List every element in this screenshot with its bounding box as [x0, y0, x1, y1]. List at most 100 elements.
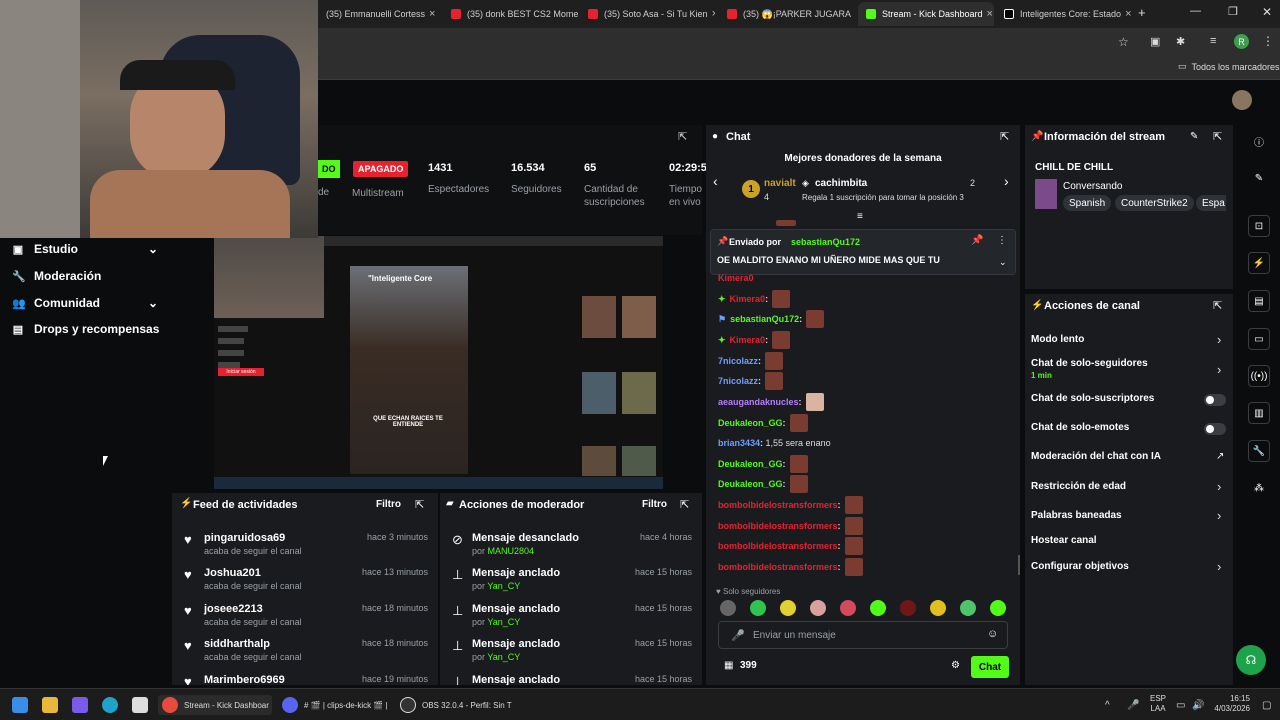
close-tab-icon[interactable]: × — [708, 8, 715, 20]
chat-username[interactable]: 7nicolazz — [718, 376, 758, 386]
stream-preview[interactable]: Iniciar sesión "Inteligente Core QUE ECH… — [214, 236, 663, 489]
mod-user[interactable]: Yan_CY — [487, 617, 520, 627]
chat-username[interactable]: aeaugandaknucles — [718, 397, 799, 407]
close-tab-icon[interactable]: × — [425, 8, 435, 20]
tag[interactable]: Spanish — [1063, 195, 1112, 211]
sidebar-item-drops[interactable]: ▤ Drops y recompensas — [12, 322, 160, 336]
chevron-right-icon[interactable]: › — [1217, 479, 1221, 494]
bolt-icon[interactable]: ⚡ — [1248, 252, 1270, 274]
mod-user[interactable]: Yan_CY — [487, 652, 520, 662]
close-tab-icon[interactable]: × — [851, 8, 854, 20]
all-bookmarks[interactable]: ▭ Todos los marcadores — [1178, 61, 1280, 72]
external-link-icon[interactable]: ↗ — [1216, 451, 1224, 462]
browser-tab[interactable]: (35) 😱¡PARKER JUGARA× — [719, 2, 854, 26]
goals-row[interactable]: Configurar objetivos — [1031, 561, 1227, 572]
restore-icon[interactable]: ❐ — [1228, 5, 1238, 18]
sidebar-item-estudio[interactable]: ▣ Estudio ⌄ — [12, 242, 158, 256]
chat-username[interactable]: Deukaleon_GG — [718, 418, 783, 428]
user-avatar[interactable] — [1232, 90, 1252, 110]
close-tab-icon[interactable]: × — [983, 8, 993, 20]
age-restriction-row[interactable]: Restricción de edad — [1031, 481, 1227, 492]
taskbar-discord[interactable]: # 🎬 | clips-de-kick 🎬 | — [282, 695, 388, 715]
chevron-left-icon[interactable]: ‹ — [713, 173, 718, 189]
chat-input[interactable]: 🎤 Enviar un mensaje ☺ — [718, 621, 1008, 649]
chat-username[interactable]: bombolbidelostransformers — [718, 521, 838, 531]
mic-icon[interactable]: 🎤 — [731, 629, 745, 642]
star-icon[interactable]: ☆ — [1118, 35, 1129, 49]
chat-username[interactable]: brian3434 — [718, 438, 760, 448]
unpin-icon[interactable]: 📌 — [971, 235, 983, 246]
tag[interactable]: Espa — [1196, 195, 1226, 211]
edit-icon[interactable]: ✎ — [1190, 131, 1198, 142]
popout-icon[interactable]: ⇱ — [1213, 299, 1222, 312]
donor-name[interactable]: cachimbita — [815, 178, 867, 189]
screenshot-icon[interactable]: ▣ — [1150, 35, 1160, 48]
popout-icon[interactable]: ⇱ — [1000, 130, 1009, 143]
chat-username[interactable]: Kimera0 — [730, 294, 766, 304]
emote[interactable] — [780, 600, 796, 616]
browser-tab[interactable]: (35) donk BEST CS2 Mome× — [443, 2, 578, 26]
copilot-icon[interactable] — [72, 695, 88, 715]
chat-username[interactable]: bombolbidelostransformers — [718, 541, 838, 551]
mod-user[interactable]: Yan_CY — [487, 581, 520, 591]
pinned-by-user[interactable]: sebastianQu172 — [791, 237, 860, 247]
send-chat-button[interactable]: Chat — [971, 656, 1009, 678]
broadcast-icon[interactable]: ((•)) — [1248, 365, 1270, 387]
minimize-icon[interactable]: — — [1190, 5, 1201, 17]
menu-icon[interactable]: ⋮ — [1262, 34, 1274, 48]
document-icon[interactable]: ▤ — [1248, 290, 1270, 312]
banned-words-row[interactable]: Palabras baneadas — [1031, 510, 1227, 521]
taskbar-obs[interactable]: OBS 32.0.4 - Perfil: Sin T — [400, 695, 512, 715]
emote[interactable] — [930, 600, 946, 616]
popout-icon[interactable]: ⇱ — [1213, 130, 1222, 143]
browser-tab[interactable]: Inteligentes Core: Estado × — [996, 2, 1131, 26]
gear-icon[interactable]: ⚙ — [951, 660, 960, 671]
emoji-icon[interactable]: ☺ — [987, 628, 998, 640]
chevron-right-icon[interactable]: › — [1217, 362, 1221, 377]
followers-only-row[interactable]: Chat de solo-seguidores — [1031, 358, 1227, 369]
emote[interactable] — [960, 600, 976, 616]
chevron-right-icon[interactable]: › — [1217, 559, 1221, 574]
emote[interactable] — [900, 600, 916, 616]
category-name[interactable]: Conversando — [1063, 181, 1122, 192]
ai-moderation-row[interactable]: Moderación del chat con IA — [1031, 451, 1227, 462]
tray-chevron-icon[interactable]: ^ — [1105, 695, 1110, 715]
subs-only-toggle[interactable] — [1204, 394, 1226, 406]
chat-username[interactable]: 7nicolazz — [718, 356, 758, 366]
help-headset-button[interactable]: ☊ — [1236, 645, 1266, 675]
shapes-icon[interactable]: ⁂ — [1248, 477, 1270, 499]
focus-icon[interactable]: ⊡ — [1248, 215, 1270, 237]
extensions-icon[interactable]: ✱ — [1176, 35, 1185, 48]
clock[interactable]: 16:15 4/03/2026 — [1212, 694, 1250, 714]
chat-scrollbar[interactable] — [1018, 555, 1020, 575]
language-indicator[interactable]: ESP LAA — [1150, 694, 1166, 714]
new-tab-button[interactable]: + — [1138, 5, 1146, 20]
wrench-icon[interactable]: 🔧 — [1248, 440, 1270, 462]
tag[interactable]: CounterStrike2 — [1115, 195, 1194, 211]
mod-user[interactable]: MANU2804 — [488, 546, 535, 556]
info-icon[interactable]: ⓘ — [1248, 130, 1270, 152]
media-icon[interactable]: ≡ — [1210, 35, 1216, 47]
chat-username[interactable]: Kimera0 — [730, 335, 766, 345]
popout-icon[interactable]: ⇱ — [415, 498, 424, 511]
profile-avatar[interactable]: R — [1234, 34, 1249, 49]
layout-icon[interactable]: ▥ — [1248, 402, 1270, 424]
edit-icon[interactable]: ✎ — [1248, 167, 1270, 189]
browser-tab-active[interactable]: Stream - Kick Dashboard × — [858, 2, 994, 26]
chevron-right-icon[interactable]: › — [1217, 508, 1221, 523]
chat-icon[interactable]: ▭ — [1248, 328, 1270, 350]
close-tab-icon[interactable]: × — [1121, 8, 1131, 20]
volume-icon[interactable]: 🔊 — [1192, 695, 1204, 715]
chat-username[interactable]: sebastianQu172 — [730, 314, 799, 324]
sidebar-item-moderacion[interactable]: 🔧 Moderación — [12, 269, 101, 283]
slow-mode-row[interactable]: Modo lento — [1031, 334, 1227, 345]
browser-tab[interactable]: (35) Emmanuelli Cortess × — [318, 2, 438, 26]
emote[interactable] — [750, 600, 766, 616]
browser-tab[interactable]: (35) Soto Asa - Si Tu Kien × — [580, 2, 715, 26]
activity-filter-button[interactable]: Filtro — [376, 499, 401, 510]
store-icon[interactable] — [132, 695, 148, 715]
emote[interactable] — [810, 600, 826, 616]
file-explorer-icon[interactable] — [42, 695, 58, 715]
edge-icon[interactable] — [102, 695, 118, 715]
emote[interactable] — [990, 600, 1006, 616]
